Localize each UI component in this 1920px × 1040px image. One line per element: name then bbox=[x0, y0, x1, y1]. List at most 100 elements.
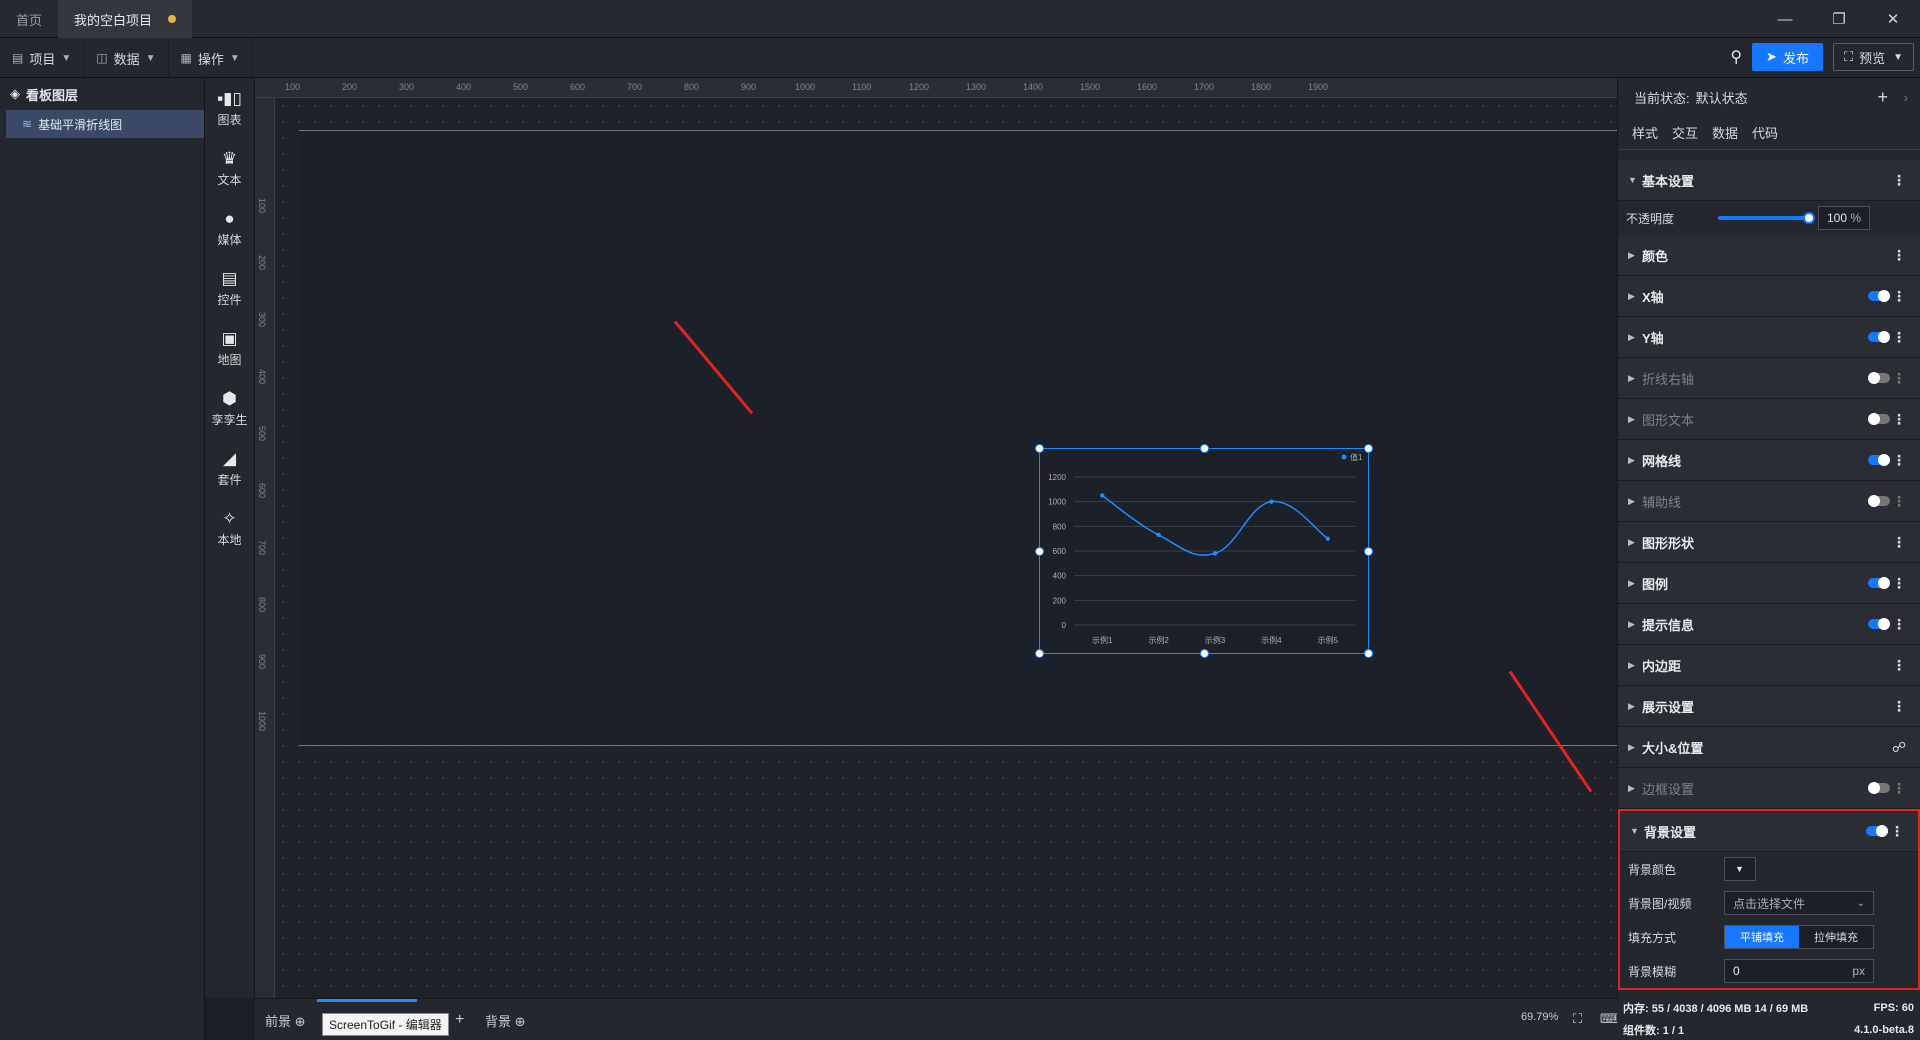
legend-toggle[interactable] bbox=[1868, 577, 1890, 589]
section-shape[interactable]: ▶ 图形形状 ⋮ bbox=[1618, 522, 1920, 563]
state-header: 当前状态: 默认状态 + › bbox=[1634, 86, 1908, 108]
section-size-position[interactable]: ▶ 大小&位置 ☍ bbox=[1618, 727, 1920, 768]
caret-right-icon: ▶ bbox=[1628, 495, 1635, 506]
close-icon[interactable]: ✕ bbox=[1866, 0, 1920, 38]
lock-icon[interactable]: ☍ bbox=[1892, 739, 1906, 756]
chart-widget[interactable]: 0 200 400 600 800 1000 1200 示例1 示例2 示例3 示例4 示例5 值1 bbox=[1035, 444, 1373, 658]
layer-item[interactable]: ≋ 基础平滑折线图 bbox=[6, 110, 204, 138]
section-grid[interactable]: ▶ 网格线 ⋮ bbox=[1618, 440, 1920, 481]
tab-code[interactable]: 代码 bbox=[1752, 123, 1778, 142]
more-icon[interactable]: ⋮ bbox=[1890, 823, 1904, 840]
back-layer-tab[interactable]: 背景 ⊕ bbox=[485, 1011, 526, 1030]
resize-handle-b[interactable] bbox=[1200, 649, 1209, 658]
section-tooltip[interactable]: ▶ 提示信息 ⋮ bbox=[1618, 604, 1920, 645]
canvas-area[interactable]: 100 200 300 400 500 600 700 800 900 1000… bbox=[255, 78, 1617, 998]
section-guide[interactable]: ▶ 辅助线 ⋮ bbox=[1618, 481, 1920, 522]
bg-blur-row: 背景模糊 0 px bbox=[1620, 954, 1918, 988]
section-basic[interactable]: ▼ 基本设置 ⋮ bbox=[1618, 160, 1920, 201]
menu-operate[interactable]: ▦ 操作 ▼ bbox=[169, 38, 253, 78]
tab-project[interactable]: 我的空白项目 bbox=[58, 0, 193, 38]
fill-tile-option[interactable]: 平铺填充 bbox=[1725, 926, 1799, 948]
more-icon[interactable]: ⋮ bbox=[1892, 534, 1906, 551]
resize-handle-tr[interactable] bbox=[1364, 444, 1373, 453]
fill-mode-row: 填充方式 平铺填充 拉伸填充 bbox=[1620, 920, 1918, 954]
section-color[interactable]: ▶ 颜色 ⋮ bbox=[1618, 235, 1920, 276]
preview-button[interactable]: ⛶ 预览 ▼ bbox=[1832, 43, 1914, 71]
bg-image-select[interactable]: 点击选择文件 ⌄ bbox=[1724, 891, 1874, 915]
more-icon[interactable]: ⋮ bbox=[1892, 288, 1906, 305]
minimize-icon[interactable]: — bbox=[1758, 0, 1812, 38]
tab-home[interactable]: 首页 bbox=[0, 0, 58, 38]
resize-handle-br[interactable] bbox=[1364, 649, 1373, 658]
bg-color-picker[interactable]: ▼ bbox=[1724, 857, 1756, 881]
more-icon[interactable]: ⋮ bbox=[1892, 780, 1906, 797]
more-icon[interactable]: ⋮ bbox=[1892, 172, 1906, 189]
more-icon[interactable]: ⋮ bbox=[1892, 329, 1906, 346]
menu-data[interactable]: ◫ 数据 ▼ bbox=[84, 38, 169, 78]
add-page-icon[interactable]: + bbox=[455, 1011, 464, 1029]
section-padding[interactable]: ▶ 内边距 ⋮ bbox=[1618, 645, 1920, 686]
chevron-down-icon: ▼ bbox=[229, 52, 240, 64]
resize-handle-tl[interactable] bbox=[1035, 444, 1044, 453]
publish-button[interactable]: ➤ 发布 bbox=[1752, 43, 1823, 71]
resize-handle-bl[interactable] bbox=[1035, 649, 1044, 658]
more-icon[interactable]: ⋮ bbox=[1892, 616, 1906, 633]
comp-kit[interactable]: ◢ 套件 bbox=[205, 438, 254, 498]
chevron-right-icon[interactable]: › bbox=[1904, 90, 1908, 105]
right-axis-toggle[interactable] bbox=[1868, 372, 1890, 384]
resize-handle-t[interactable] bbox=[1200, 444, 1209, 453]
grid-toggle[interactable] bbox=[1868, 454, 1890, 466]
opacity-input[interactable]: 100% bbox=[1818, 206, 1870, 230]
fill-stretch-option[interactable]: 拉伸填充 bbox=[1799, 926, 1873, 948]
more-icon[interactable]: ⋮ bbox=[1892, 657, 1906, 674]
tab-style[interactable]: 样式 bbox=[1632, 123, 1658, 142]
comp-twin[interactable]: ⬢ 孪孪生 bbox=[205, 378, 254, 438]
more-icon[interactable]: ⋮ bbox=[1892, 411, 1906, 428]
shirt-icon: ◢ bbox=[222, 448, 237, 468]
section-right-axis[interactable]: ▶ 折线右轴 ⋮ bbox=[1618, 358, 1920, 399]
add-state-icon[interactable]: + bbox=[1877, 87, 1888, 108]
more-icon[interactable]: ⋮ bbox=[1892, 698, 1906, 715]
tab-interact[interactable]: 交互 bbox=[1672, 123, 1698, 142]
comp-text[interactable]: ♛ 文本 bbox=[205, 138, 254, 198]
section-border[interactable]: ▶ 边框设置 ⋮ bbox=[1618, 768, 1920, 809]
section-background[interactable]: ▼ 背景设置 ⋮ bbox=[1620, 811, 1918, 852]
resize-handle-l[interactable] bbox=[1035, 547, 1044, 556]
section-yaxis[interactable]: ▶ Y轴 ⋮ bbox=[1618, 317, 1920, 358]
comp-local[interactable]: ✧ 本地 bbox=[205, 498, 254, 558]
search-icon[interactable]: ⚲ bbox=[1730, 47, 1742, 67]
section-shape-text[interactable]: ▶ 图形文本 ⋮ bbox=[1618, 399, 1920, 440]
more-icon[interactable]: ⋮ bbox=[1892, 247, 1906, 264]
tooltip-toggle[interactable] bbox=[1868, 618, 1890, 630]
more-icon[interactable]: ⋮ bbox=[1892, 452, 1906, 469]
zoom-level[interactable]: 69.79% bbox=[1521, 1011, 1558, 1023]
comp-media[interactable]: ● 媒体 bbox=[205, 198, 254, 258]
section-legend[interactable]: ▶ 图例 ⋮ bbox=[1618, 563, 1920, 604]
guide-toggle[interactable] bbox=[1868, 495, 1890, 507]
restore-icon[interactable]: ❐ bbox=[1812, 0, 1866, 38]
shape-text-toggle[interactable] bbox=[1868, 413, 1890, 425]
xaxis-toggle[interactable] bbox=[1868, 290, 1890, 302]
fit-screen-icon[interactable]: ⛶ bbox=[1573, 1011, 1582, 1027]
section-xaxis[interactable]: ▶ X轴 ⋮ bbox=[1618, 276, 1920, 317]
border-toggle[interactable] bbox=[1868, 782, 1890, 794]
cube-icon: ⬢ bbox=[222, 388, 237, 408]
opacity-slider-handle[interactable] bbox=[1803, 212, 1815, 224]
comp-map[interactable]: ▣ 地图 bbox=[205, 318, 254, 378]
canvas-stage[interactable] bbox=[299, 130, 1617, 746]
comp-control[interactable]: ▤ 控件 bbox=[205, 258, 254, 318]
more-icon[interactable]: ⋮ bbox=[1892, 493, 1906, 510]
more-icon[interactable]: ⋮ bbox=[1892, 575, 1906, 592]
opacity-slider[interactable] bbox=[1718, 216, 1808, 220]
section-display[interactable]: ▶ 展示设置 ⋮ bbox=[1618, 686, 1920, 727]
more-icon[interactable]: ⋮ bbox=[1892, 370, 1906, 387]
menu-project[interactable]: ▤ 项目 ▼ bbox=[0, 38, 85, 78]
tab-data[interactable]: 数据 bbox=[1712, 123, 1738, 142]
front-layer-tab[interactable]: 前景 ⊕ bbox=[265, 1011, 306, 1030]
comp-chart[interactable]: ▪▮▯ 图表 bbox=[205, 78, 254, 138]
resize-handle-r[interactable] bbox=[1364, 547, 1373, 556]
bg-blur-input[interactable]: 0 px bbox=[1724, 959, 1874, 983]
background-toggle[interactable] bbox=[1866, 825, 1888, 837]
yaxis-toggle[interactable] bbox=[1868, 331, 1890, 343]
keyboard-icon[interactable]: ⌨ bbox=[1600, 1011, 1619, 1027]
